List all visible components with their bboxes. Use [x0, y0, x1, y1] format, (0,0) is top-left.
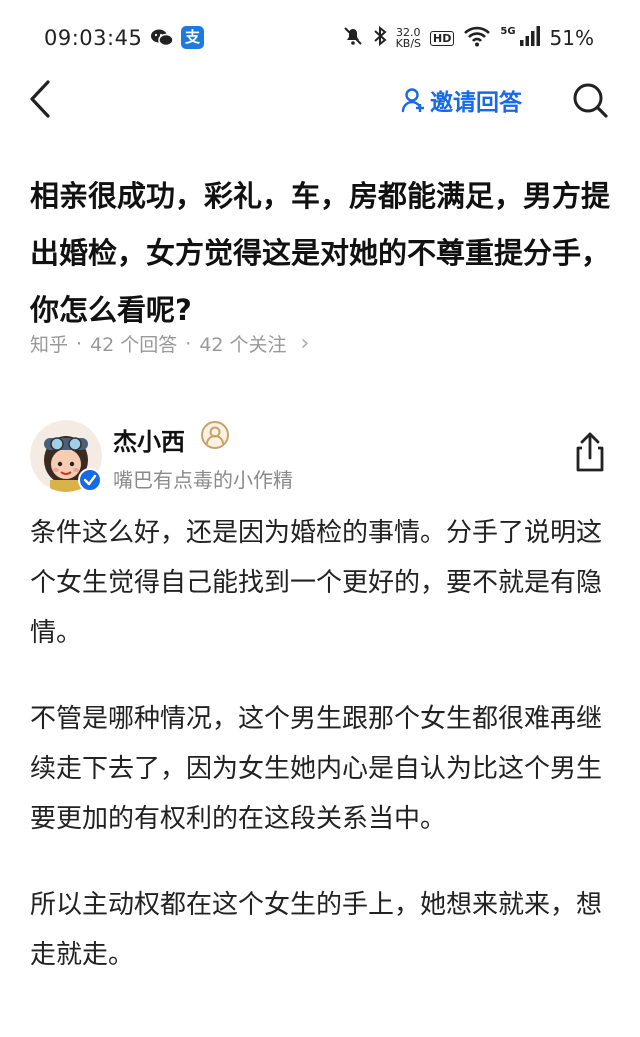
search-button[interactable]	[570, 80, 610, 120]
chevron-right-icon: ›	[300, 331, 310, 356]
share-icon	[576, 432, 604, 472]
author-bio: 嘴巴有点毒的小作精	[113, 468, 293, 492]
author-name[interactable]: 杰小西	[113, 422, 185, 457]
answer-body[interactable]: 条件这么好，还是因为婚检的事情。分手了说明这个女生觉得自己能找到一个更好的，要不…	[30, 508, 615, 1016]
status-bar: 09:03:45 支 32.0 KB/S HD 5G 51%	[0, 0, 640, 78]
meta-separator: ·	[185, 332, 192, 355]
question-meta[interactable]: 知乎 · 42 个回答 · 42 个关注 ›	[30, 330, 309, 357]
net-speed: 32.0 KB/S	[396, 27, 421, 49]
share-button[interactable]	[570, 430, 610, 474]
search-icon	[573, 83, 608, 118]
status-time: 09:03:45	[44, 26, 143, 50]
verified-icon	[78, 468, 102, 492]
mute-bell-icon	[342, 25, 364, 51]
question-source: 知乎	[30, 334, 69, 356]
question-title[interactable]: 相亲很成功，彩礼，车，房都能满足，男方提出婚检，女方觉得这是对她的不尊重提分手，…	[30, 168, 620, 339]
author-row: 杰小西 嘴巴有点毒的小作精	[30, 418, 610, 498]
follow-count: 42 个关注	[199, 334, 287, 356]
signal-icon	[519, 25, 541, 51]
back-arrow-icon	[30, 80, 50, 118]
back-button[interactable]	[24, 78, 64, 122]
battery-level: 51%	[549, 26, 594, 50]
meta-separator: ·	[76, 332, 83, 355]
answer-paragraph: 条件这么好，还是因为婚检的事情。分手了说明这个女生觉得自己能找到一个更好的，要不…	[30, 518, 603, 648]
hd-badge: HD	[430, 30, 455, 46]
medal-icon[interactable]	[200, 420, 230, 450]
answer-paragraph: 所以主动权都在这个女生的手上，她想来就来，想走就走。	[30, 890, 603, 970]
status-indicators: 32.0 KB/S HD 5G 51%	[342, 22, 594, 54]
top-nav: 邀请回答	[0, 78, 640, 122]
invite-answer-button[interactable]: 邀请回答	[400, 83, 522, 117]
wifi-icon	[463, 25, 491, 51]
invite-answer-label: 邀请回答	[430, 90, 522, 116]
network-type: 5G	[500, 25, 516, 37]
wechat-icon	[150, 28, 174, 52]
person-icon	[401, 88, 424, 113]
bluetooth-icon	[373, 25, 387, 51]
net-speed-unit: KB/S	[395, 37, 422, 50]
alipay-icon: 支	[181, 26, 204, 49]
answer-paragraph: 不管是哪种情况，这个男生跟那个女生都很难再继续走下去了，因为女生她内心是自认为比…	[30, 704, 603, 834]
answer-count: 42 个回答	[90, 334, 178, 356]
